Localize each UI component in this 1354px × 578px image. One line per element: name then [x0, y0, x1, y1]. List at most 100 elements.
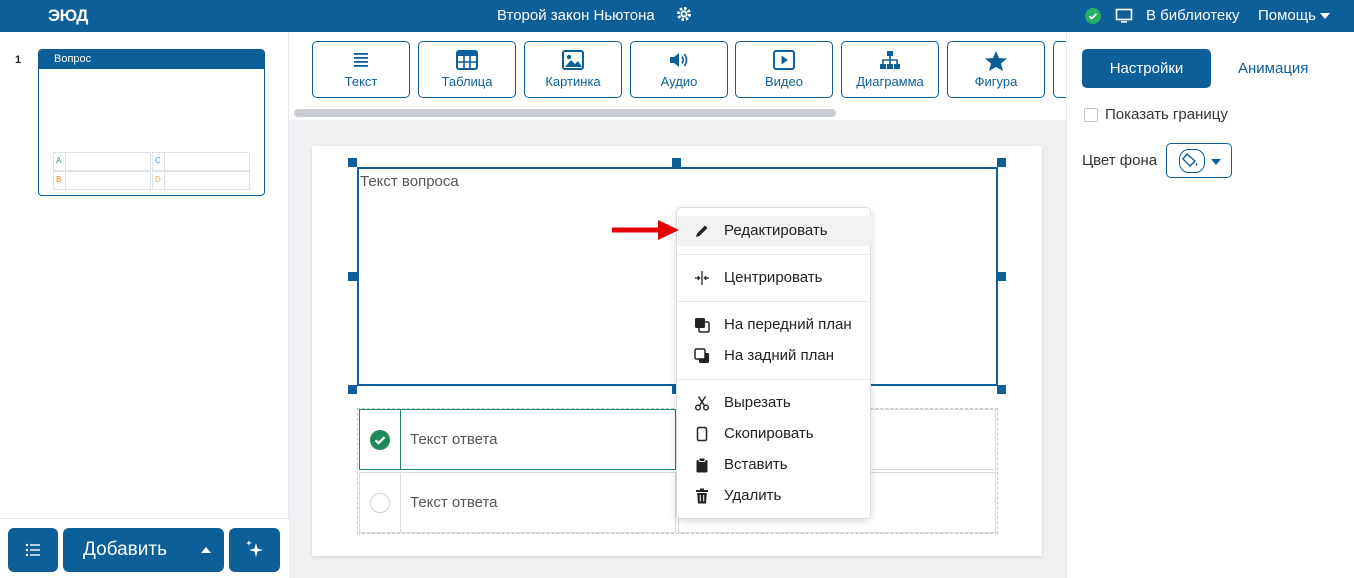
- menu-item-send-back[interactable]: На задний план: [678, 341, 871, 371]
- menu-divider: [678, 379, 871, 380]
- show-border-checkbox[interactable]: [1084, 108, 1098, 122]
- answer-text[interactable]: Текст ответа: [410, 431, 498, 448]
- insert-diagram-button[interactable]: Диаграмма: [841, 41, 939, 98]
- saved-status-icon: [1085, 8, 1101, 24]
- list-icon: [25, 543, 40, 557]
- tab-animation[interactable]: Анимация: [1238, 60, 1308, 77]
- trash-icon: [696, 488, 708, 504]
- menu-item-center[interactable]: Центрировать: [678, 263, 871, 293]
- chevron-up-icon[interactable]: [201, 547, 211, 553]
- resize-handle[interactable]: [348, 158, 357, 167]
- menu-item-label: Вставить: [724, 456, 788, 473]
- insert-video-button[interactable]: Видео: [735, 41, 833, 98]
- pencil-icon: [696, 225, 708, 237]
- menu-divider: [678, 301, 871, 302]
- show-border-label[interactable]: Показать границу: [1105, 106, 1228, 123]
- scissors-icon: [695, 396, 709, 411]
- gear-icon[interactable]: [676, 6, 692, 22]
- insert-diagram-label: Диаграмма: [856, 74, 924, 89]
- menu-item-edit[interactable]: Редактировать: [678, 216, 871, 246]
- menu-item-bring-front[interactable]: На передний план: [678, 310, 871, 340]
- send-back-icon: [694, 348, 709, 363]
- answer-text[interactable]: Текст ответа: [410, 494, 498, 511]
- menu-item-label: Редактировать: [724, 222, 828, 239]
- insert-video-label: Видео: [765, 74, 803, 89]
- thumbnail-answer-letter: C: [153, 153, 165, 170]
- context-menu: Редактировать Центрировать На передний п…: [676, 207, 871, 519]
- paste-icon: [696, 457, 708, 473]
- table-icon: [456, 50, 478, 70]
- menu-item-cut[interactable]: Вырезать: [678, 388, 871, 418]
- text-lines-icon: [354, 53, 368, 67]
- resize-handle[interactable]: [997, 158, 1006, 167]
- insert-shape-button[interactable]: Фигура: [947, 41, 1045, 98]
- copy-icon: [696, 426, 708, 442]
- question-placeholder[interactable]: Текст вопроса: [360, 173, 459, 190]
- ai-generate-button[interactable]: [229, 528, 280, 572]
- chevron-down-icon: [1211, 159, 1221, 165]
- menu-item-label: Скопировать: [724, 425, 814, 442]
- insert-text-button[interactable]: Текст: [312, 41, 410, 98]
- slide-thumbnail[interactable]: Вопрос A C B D: [38, 49, 265, 196]
- resize-handle[interactable]: [672, 158, 681, 167]
- answer-marker-cell: [360, 410, 401, 469]
- sparkle-icon: [246, 540, 263, 557]
- menu-item-label: Вырезать: [724, 394, 791, 411]
- thumbnail-answer-letter: D: [153, 172, 165, 189]
- answer-marker-cell: [360, 473, 401, 532]
- slide-list-button[interactable]: [8, 528, 58, 572]
- star-icon: [985, 51, 1007, 71]
- insert-text-label: Текст: [344, 74, 378, 89]
- thumbnail-answer-grid: A C B D: [53, 152, 251, 190]
- insert-shape-label: Фигура: [974, 74, 1018, 89]
- bg-color-label: Цвет фона: [1082, 152, 1158, 169]
- insert-table-label: Таблица: [441, 74, 493, 89]
- speaker-icon: [670, 53, 688, 67]
- insert-image-label: Картинка: [545, 74, 601, 89]
- diagram-icon: [880, 51, 900, 69]
- bring-front-icon: [695, 318, 710, 333]
- radio-circle-icon[interactable]: [370, 493, 390, 513]
- menu-item-paste[interactable]: Вставить: [678, 450, 871, 480]
- paint-bucket-icon: [1179, 149, 1205, 173]
- bg-color-picker[interactable]: [1166, 143, 1232, 178]
- menu-item-label: На передний план: [724, 316, 852, 333]
- library-link[interactable]: В библиотеку: [1146, 7, 1239, 24]
- thumbnail-answer-letter: A: [54, 153, 66, 170]
- check-circle-icon[interactable]: [370, 430, 390, 450]
- help-label: Помощь: [1258, 7, 1316, 24]
- top-bar: ЭЮД Второй закон Ньютона В библиотеку По…: [0, 0, 1354, 32]
- chevron-down-icon: [1319, 13, 1330, 20]
- insert-toolbar: Текст Таблица Картинка Аудио Видео Диагр…: [289, 32, 1066, 120]
- play-icon: [773, 50, 795, 70]
- menu-item-label: Центрировать: [724, 269, 823, 286]
- insert-audio-button[interactable]: Аудио: [630, 41, 728, 98]
- resize-handle[interactable]: [348, 272, 357, 281]
- red-arrow-icon: [612, 220, 679, 240]
- menu-item-copy[interactable]: Скопировать: [678, 419, 871, 449]
- tab-settings[interactable]: Настройки: [1082, 49, 1211, 88]
- more-tools-button[interactable]: [1053, 41, 1066, 98]
- lesson-title[interactable]: Второй закон Ньютона: [497, 7, 655, 24]
- menu-item-label: Удалить: [724, 487, 782, 504]
- thumbnail-answer-letter: B: [54, 172, 66, 189]
- help-menu[interactable]: Помощь: [1258, 7, 1330, 24]
- slide-number: 1: [15, 54, 22, 66]
- answer-option[interactable]: Текст ответа: [359, 472, 676, 533]
- menu-item-label: На задний план: [724, 347, 835, 364]
- monitor-icon[interactable]: [1115, 8, 1133, 24]
- insert-image-button[interactable]: Картинка: [524, 41, 622, 98]
- answer-option[interactable]: Текст ответа: [359, 409, 676, 470]
- app-logo[interactable]: ЭЮД: [48, 6, 88, 26]
- center-icon: [695, 271, 709, 285]
- menu-item-delete[interactable]: Удалить: [678, 481, 871, 511]
- insert-audio-label: Аудио: [660, 74, 698, 89]
- resize-handle[interactable]: [348, 385, 357, 394]
- toolbar-scrollbar[interactable]: [294, 109, 836, 117]
- insert-table-button[interactable]: Таблица: [418, 41, 516, 98]
- image-icon: [562, 50, 584, 70]
- add-slide-button[interactable]: Добавить: [63, 528, 224, 572]
- resize-handle[interactable]: [997, 385, 1006, 394]
- resize-handle[interactable]: [997, 272, 1006, 281]
- menu-divider: [678, 254, 871, 255]
